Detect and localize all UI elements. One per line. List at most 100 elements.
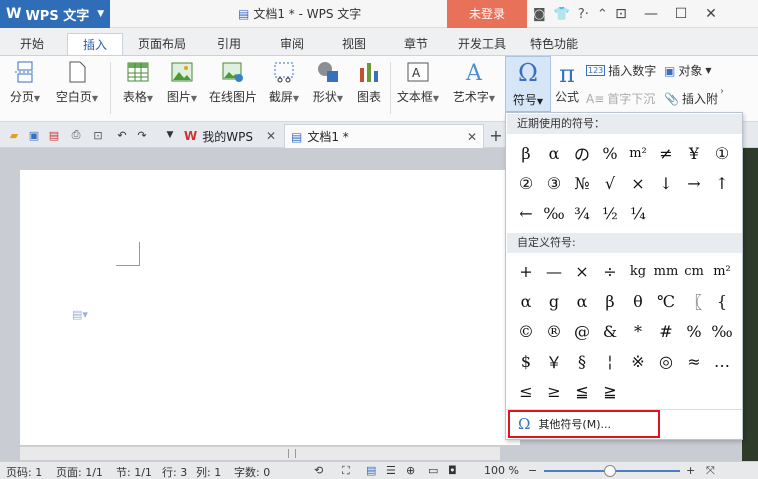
symbol-item[interactable]: — bbox=[540, 256, 568, 286]
object-button[interactable]: ▣ 对象 ▼ bbox=[664, 62, 712, 79]
symbol-item[interactable]: ③ bbox=[540, 168, 568, 198]
close-button[interactable]: ✕ bbox=[696, 0, 726, 28]
tab-page-layout[interactable]: 页面布局 bbox=[132, 33, 192, 55]
symbol-item[interactable]: © bbox=[512, 316, 540, 346]
eye-protection-icon[interactable]: ◘ bbox=[448, 464, 457, 477]
symbol-item[interactable]: θ bbox=[624, 286, 652, 316]
tab-document1[interactable]: ▤ 文档1 * ✕ bbox=[284, 124, 484, 148]
history-icon[interactable]: ⟲ bbox=[314, 464, 323, 477]
symbol-item[interactable]: ≠ bbox=[652, 138, 680, 168]
outline-view-icon[interactable]: ☰ bbox=[386, 464, 396, 477]
fullscreen-icon[interactable]: ⛶ bbox=[342, 464, 350, 478]
tab-insert[interactable]: 插入 bbox=[67, 33, 123, 55]
symbol-item[interactable]: ¥ bbox=[680, 138, 708, 168]
page-view-icon[interactable]: ▤ bbox=[366, 464, 376, 477]
print-icon[interactable]: ⎙ bbox=[68, 127, 84, 143]
tab-review[interactable]: 审阅 bbox=[268, 33, 316, 55]
pdf-icon[interactable]: ▤ bbox=[46, 127, 62, 143]
screenshot-button[interactable]: 截屏▼ bbox=[264, 60, 304, 105]
symbol-item[interactable]: β bbox=[512, 138, 540, 168]
symbol-item[interactable]: m² bbox=[708, 256, 736, 286]
symbol-item[interactable]: ≤ bbox=[512, 376, 540, 406]
symbol-item[interactable]: ® bbox=[540, 316, 568, 346]
insert-number-button[interactable]: 123 插入数字 bbox=[586, 62, 656, 79]
symbol-item[interactable]: 〖 bbox=[680, 286, 708, 316]
blank-page-button[interactable]: 空白页▼ bbox=[52, 60, 102, 105]
redo-icon[interactable]: ↷ bbox=[134, 127, 150, 143]
symbol-item[interactable]: ≧ bbox=[596, 376, 624, 406]
fit-page-icon[interactable]: ⤧ bbox=[706, 464, 715, 478]
symbol-item[interactable]: ◎ bbox=[652, 346, 680, 376]
symbol-item[interactable]: β bbox=[596, 286, 624, 316]
chart-button[interactable]: 图表 bbox=[352, 60, 386, 105]
page-break-button[interactable]: 分页▼ bbox=[8, 60, 42, 105]
tab-section[interactable]: 章节 bbox=[392, 33, 440, 55]
symbol-button[interactable]: Ω 符号▼ bbox=[505, 56, 551, 112]
maximize-button[interactable]: ☐ bbox=[666, 0, 696, 28]
symbol-item[interactable]: kg bbox=[624, 256, 652, 286]
shape-button[interactable]: 形状▼ bbox=[308, 60, 348, 105]
symbol-item[interactable]: & bbox=[596, 316, 624, 346]
symbol-item[interactable]: の bbox=[568, 138, 596, 168]
symbol-item[interactable]: ￥ bbox=[540, 346, 568, 376]
help-icon[interactable]: ?· bbox=[578, 7, 589, 22]
more-symbols-button[interactable]: Ω 其他符号(M)... bbox=[508, 410, 660, 438]
symbol-item[interactable]: $ bbox=[512, 346, 540, 376]
symbol-item[interactable]: mm bbox=[652, 256, 680, 286]
tab-references[interactable]: 引用 bbox=[205, 33, 253, 55]
symbol-item[interactable]: ≦ bbox=[568, 376, 596, 406]
ribbon-scroll-right-icon[interactable]: › bbox=[720, 86, 724, 97]
reading-view-icon[interactable]: ▭ bbox=[428, 464, 438, 477]
app-menu-button[interactable]: W WPS 文字 ▼ bbox=[0, 0, 110, 28]
zoom-slider-thumb[interactable] bbox=[604, 465, 616, 477]
close-icon[interactable]: ✕ bbox=[467, 130, 477, 144]
formula-button[interactable]: π 公式 bbox=[553, 60, 581, 105]
document-page[interactable]: ▤▾ bbox=[20, 170, 520, 445]
symbol-item[interactable]: ↓ bbox=[652, 168, 680, 198]
drop-cap-button[interactable]: A≡ 首字下沉 bbox=[586, 90, 655, 107]
tab-my-wps[interactable]: W 我的WPS ✕ bbox=[178, 124, 282, 148]
symbol-item[interactable]: % bbox=[596, 138, 624, 168]
close-icon[interactable]: ✕ bbox=[266, 129, 276, 143]
symbol-item[interactable]: × bbox=[568, 256, 596, 286]
undo-icon[interactable]: ↶ bbox=[114, 127, 130, 143]
symbol-item[interactable]: √ bbox=[596, 168, 624, 198]
scrollbar-thumb[interactable] bbox=[288, 449, 296, 458]
picture-button[interactable]: 图片▼ bbox=[162, 60, 202, 105]
new-tab-icon[interactable]: + bbox=[488, 126, 504, 145]
shirt-icon[interactable]: 👕 bbox=[554, 7, 570, 22]
symbol-item[interactable]: ¾ bbox=[568, 198, 596, 228]
restore-panel-button[interactable]: ⊡ bbox=[606, 0, 636, 28]
symbol-item[interactable]: ① bbox=[708, 138, 736, 168]
symbol-item[interactable]: → bbox=[680, 168, 708, 198]
save-icon[interactable]: ▣ bbox=[26, 127, 42, 143]
symbol-item[interactable]: * bbox=[624, 316, 652, 346]
wordart-button[interactable]: A 艺术字▼ bbox=[448, 60, 500, 105]
symbol-item[interactable]: ② bbox=[512, 168, 540, 198]
paste-options-icon[interactable]: ▤▾ bbox=[72, 308, 88, 321]
open-icon[interactable]: ▰ bbox=[6, 127, 22, 143]
symbol-item[interactable]: g bbox=[540, 286, 568, 316]
zoom-in-icon[interactable]: + bbox=[686, 464, 695, 477]
symbol-item[interactable]: ※ bbox=[624, 346, 652, 376]
zoom-out-icon[interactable]: − bbox=[528, 464, 537, 477]
symbol-item[interactable]: ÷ bbox=[596, 256, 624, 286]
symbol-item[interactable]: ‰ bbox=[540, 198, 568, 228]
status-words[interactable]: 字数: 0 bbox=[234, 464, 270, 479]
symbol-item[interactable]: ≥ bbox=[540, 376, 568, 406]
symbol-item[interactable]: ℃ bbox=[652, 286, 680, 316]
symbol-item[interactable]: α bbox=[540, 138, 568, 168]
zoom-level[interactable]: 100 % bbox=[484, 464, 519, 477]
tab-home[interactable]: 开始 bbox=[8, 33, 56, 55]
symbol-item[interactable]: # bbox=[652, 316, 680, 346]
insert-attachment-button[interactable]: 📎 插入附 bbox=[664, 90, 718, 107]
login-button[interactable]: 未登录 bbox=[447, 0, 527, 28]
horizontal-scrollbar[interactable] bbox=[20, 446, 500, 460]
textbox-button[interactable]: A 文本框▼ bbox=[393, 60, 443, 105]
symbol-item[interactable]: … bbox=[708, 346, 736, 376]
symbol-item[interactable]: α bbox=[512, 286, 540, 316]
symbol-item[interactable]: ≈ bbox=[680, 346, 708, 376]
symbol-item[interactable]: + bbox=[512, 256, 540, 286]
symbol-item[interactable]: @ bbox=[568, 316, 596, 346]
print-preview-icon[interactable]: ⊡ bbox=[90, 127, 106, 143]
